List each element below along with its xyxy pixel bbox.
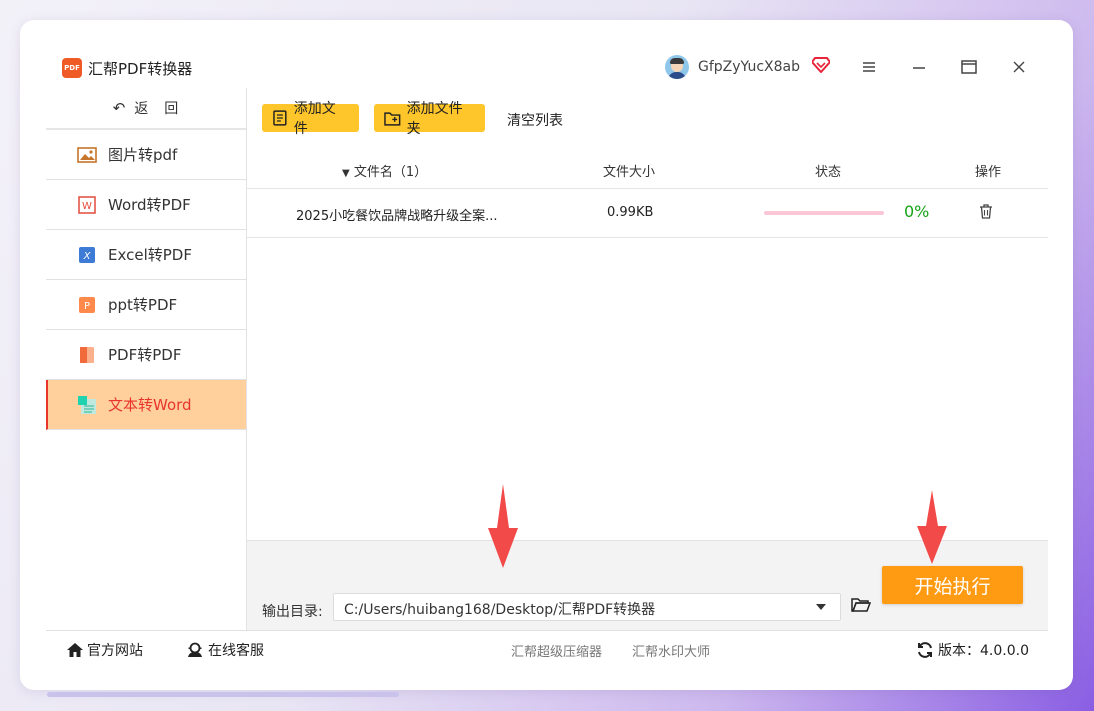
app-logo-icon: PDF	[62, 58, 82, 78]
sidebar-item-pdf-to-pdf[interactable]: PDF转PDF	[46, 330, 246, 380]
sidebar: ↶ 返 回 图片转pdf W Word转PDF X Excel转PDF P pp…	[46, 88, 247, 630]
vip-diamond-icon[interactable]	[810, 57, 832, 77]
sidebar-item-word-to-pdf[interactable]: W Word转PDF	[46, 180, 246, 230]
output-dir-value: C:/Users/huibang168/Desktop/汇帮PDF转换器	[344, 602, 656, 618]
official-site-link[interactable]: 官方网站	[66, 640, 143, 660]
output-dir-select[interactable]: C:/Users/huibang168/Desktop/汇帮PDF转换器	[333, 593, 841, 621]
sidebar-item-label: Excel转PDF	[108, 246, 192, 264]
minimize-icon[interactable]	[908, 56, 930, 78]
progress-percent: 0%	[904, 202, 930, 221]
sort-down-icon: ▼	[342, 168, 350, 179]
start-button[interactable]: 开始执行	[882, 566, 1023, 604]
sidebar-item-label: PDF转PDF	[108, 346, 182, 364]
clear-list-button[interactable]: 清空列表	[507, 110, 563, 130]
online-service-link[interactable]: 在线客服	[186, 640, 264, 660]
sidebar-item-ppt-to-pdf[interactable]: P ppt转PDF	[46, 280, 246, 330]
sidebar-item-label: ppt转PDF	[108, 296, 178, 314]
progress-bar	[764, 211, 884, 215]
maximize-icon[interactable]	[958, 56, 980, 78]
column-status-header: 状态	[815, 165, 842, 180]
sidebar-item-label: 文本转Word	[108, 396, 192, 414]
add-folder-icon	[384, 112, 401, 126]
app-window: PDF 汇帮PDF转换器 GfpZyYucX8ab ↶ 返 回 图片转pdf W…	[46, 46, 1048, 664]
menu-icon[interactable]	[858, 56, 880, 78]
back-label: 返 回	[134, 101, 180, 117]
toolbar: 添加文件 添加文件夹 清空列表	[247, 88, 1048, 148]
sidebar-item-label: Word转PDF	[108, 196, 191, 214]
chevron-down-icon	[816, 604, 826, 610]
word-icon: W	[76, 195, 98, 215]
svg-text:P: P	[84, 301, 90, 312]
customer-service-icon	[188, 642, 202, 657]
add-file-icon	[273, 110, 287, 126]
table-row[interactable]: 2025小吃餐饮品牌战略升级全案... 0.99KB 0%	[247, 188, 1048, 238]
red-arrow-annotation-icon	[484, 484, 522, 572]
file-name-cell: 2025小吃餐饮品牌战略升级全案...	[296, 209, 498, 224]
sidebar-item-image-to-pdf[interactable]: 图片转pdf	[46, 130, 246, 180]
back-arrow-icon: ↶	[112, 99, 127, 117]
image-icon	[76, 145, 98, 165]
open-folder-icon[interactable]	[851, 597, 872, 617]
table-header: ▼ 文件名（1） 文件大小 状态 操作	[247, 148, 1048, 189]
column-name-header[interactable]: ▼ 文件名（1）	[342, 161, 427, 180]
svg-text:X: X	[83, 251, 92, 262]
title-bar: PDF 汇帮PDF转换器 GfpZyYucX8ab	[46, 46, 1048, 88]
column-size-header: 文件大小	[603, 165, 656, 180]
add-folder-label: 添加文件夹	[406, 101, 463, 137]
output-dir-label: 输出目录:	[262, 604, 323, 620]
pdf-icon	[76, 345, 98, 365]
sidebar-item-label: 图片转pdf	[108, 146, 178, 164]
ppt-icon: P	[76, 295, 98, 315]
home-icon	[67, 643, 83, 657]
file-size-cell: 0.99KB	[607, 205, 654, 220]
footer-bar: 官方网站 在线客服 汇帮超级压缩器 汇帮水印大师 版本：4.0.0.0	[46, 630, 1048, 664]
app-title: 汇帮PDF转换器	[88, 60, 193, 78]
add-file-button[interactable]: 添加文件	[262, 101, 359, 137]
delete-icon[interactable]	[979, 204, 993, 223]
back-button[interactable]: ↶ 返 回	[46, 88, 246, 130]
refresh-icon	[918, 642, 932, 658]
version-info[interactable]: 版本：4.0.0.0	[916, 640, 1029, 660]
excel-icon: X	[76, 245, 98, 265]
avatar[interactable]	[665, 55, 689, 79]
compressor-link[interactable]: 汇帮超级压缩器	[511, 641, 602, 660]
column-action-header: 操作	[975, 165, 1002, 180]
sidebar-item-text-to-word[interactable]: 文本转Word	[46, 380, 246, 430]
add-file-label: 添加文件	[293, 101, 336, 137]
username[interactable]: GfpZyYucX8ab	[698, 59, 800, 75]
text-icon	[76, 395, 98, 415]
svg-text:W: W	[82, 201, 92, 212]
sidebar-item-excel-to-pdf[interactable]: X Excel转PDF	[46, 230, 246, 280]
close-icon[interactable]	[1008, 56, 1030, 78]
add-folder-button[interactable]: 添加文件夹	[374, 101, 485, 137]
watermark-link[interactable]: 汇帮水印大师	[632, 641, 710, 660]
scrollbar-hint[interactable]	[47, 692, 399, 697]
red-arrow-annotation-icon	[913, 490, 951, 568]
